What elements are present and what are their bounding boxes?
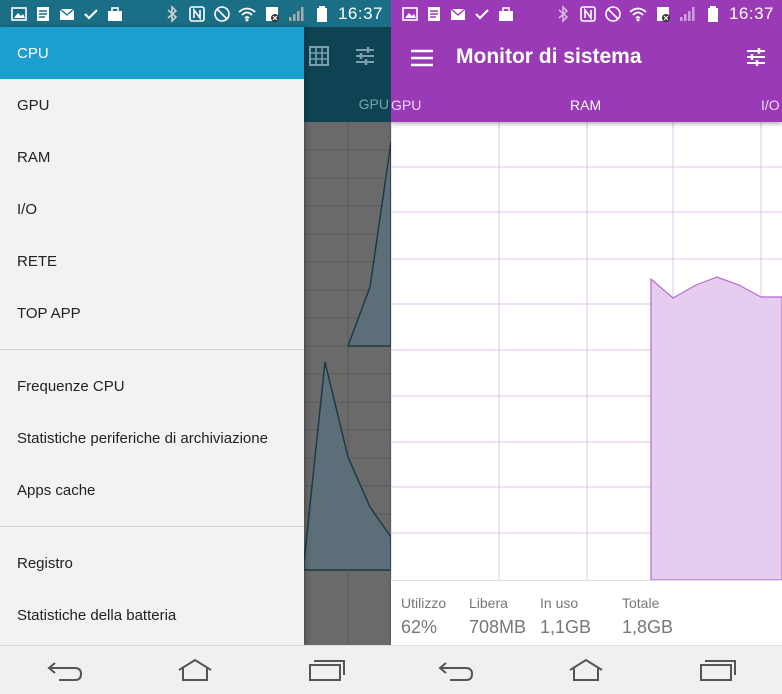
- image-icon: [401, 5, 419, 23]
- drawer-divider: [0, 526, 304, 527]
- drawer-item-ram[interactable]: RAM: [0, 131, 304, 183]
- mute-icon: [604, 5, 622, 23]
- image-icon: [10, 5, 28, 23]
- drawer-item-gpu[interactable]: GPU: [0, 79, 304, 131]
- home-button[interactable]: [566, 657, 606, 683]
- settings-button[interactable]: [744, 45, 768, 69]
- bluetooth-icon: [554, 4, 572, 23]
- grid-icon: [309, 46, 329, 66]
- underlying-icons: [307, 44, 377, 68]
- drawer-divider: [0, 349, 304, 350]
- back-icon: [47, 662, 83, 681]
- page-title: Monitor di sistema: [456, 45, 642, 68]
- drawer-item-apps-cache[interactable]: Apps cache: [0, 464, 304, 516]
- check-icon: [473, 5, 491, 23]
- back-button[interactable]: [436, 657, 476, 683]
- stat-value: 1,1GB: [540, 617, 592, 637]
- briefcase-icon: [106, 5, 124, 23]
- sim-icon: [263, 5, 281, 23]
- mail-icon: [58, 5, 76, 23]
- stat-value: 708MB: [469, 617, 527, 637]
- recents-button[interactable]: [306, 657, 346, 683]
- tab-ram[interactable]: RAM: [570, 97, 601, 113]
- back-icon: [438, 662, 474, 681]
- recents-icon: [699, 660, 736, 681]
- stat-utilizzo: Utilizzo 62%: [401, 595, 446, 638]
- stat-totale: Totale 1,8GB: [622, 595, 673, 638]
- stat-label: Totale: [622, 595, 660, 611]
- nfc-icon: [188, 5, 206, 23]
- drawer-item-rete[interactable]: RETE: [0, 235, 304, 287]
- tab-gpu[interactable]: GPU: [391, 97, 421, 113]
- briefcase-icon: [497, 5, 515, 23]
- clock: 16:37: [728, 3, 774, 23]
- mute-icon: [213, 5, 231, 23]
- bluetooth-icon: [163, 4, 181, 23]
- recents-button[interactable]: [697, 657, 737, 683]
- navigation-drawer: CPU GPU RAM I/O RETE TOP APP Frequenze CPU Sta…: [0, 27, 304, 646]
- wifi-icon: [238, 5, 256, 23]
- stat-value: 1,8GB: [622, 617, 674, 637]
- ram-stats: Utilizzo 62% Libera 708MB In uso 1,1GB T…: [391, 580, 782, 647]
- back-button[interactable]: [45, 657, 85, 683]
- stat-label: Utilizzo: [401, 595, 447, 611]
- ram-usage-area: [650, 276, 782, 581]
- stat-label: Libera: [469, 595, 508, 611]
- home-icon: [569, 658, 604, 681]
- drawer-item-statistiche-della-batteria[interactable]: Statistiche della batteria: [0, 589, 304, 641]
- tune-icon: [356, 47, 374, 65]
- stat-value: 62%: [401, 617, 438, 637]
- drawer-item-registro[interactable]: Registro: [0, 537, 304, 589]
- home-button[interactable]: [175, 657, 215, 683]
- tune-icon: [747, 48, 765, 66]
- battery-icon: [313, 5, 331, 23]
- right-screen: 16:37 Monitor di sistema GPU RAM I/O Uti…: [391, 0, 782, 694]
- signal-icon: [679, 5, 697, 23]
- battery-icon: [704, 5, 722, 23]
- underlying-chart-line-1: [346, 141, 391, 347]
- status-bar: 16:37: [391, 0, 782, 27]
- drawer-item-cpu[interactable]: CPU: [0, 27, 304, 79]
- tab-bar: GPU RAM I/O: [391, 97, 782, 117]
- check-icon: [82, 5, 100, 23]
- clock: 16:37: [337, 3, 383, 23]
- wifi-icon: [629, 5, 647, 23]
- ram-chart: [391, 122, 782, 581]
- menu-icon: [411, 49, 433, 67]
- home-icon: [178, 658, 213, 681]
- stat-label: In uso: [540, 595, 579, 611]
- menu-button[interactable]: [409, 47, 435, 69]
- mail-icon: [449, 5, 467, 23]
- drawer-item-top-app[interactable]: TOP APP: [0, 287, 304, 339]
- app-toolbar: Monitor di sistema GPU RAM I/O: [391, 27, 782, 122]
- left-screen: 16:37 GPU CPU GPU RAM I/O RETE TOP APP Freque…: [0, 0, 391, 694]
- navigation-bar: [0, 645, 391, 694]
- underlying-tab-gpu: GPU: [358, 96, 389, 112]
- drawer-item-i-o[interactable]: I/O: [0, 183, 304, 235]
- document-icon: [34, 5, 52, 23]
- sim-icon: [654, 5, 672, 23]
- drawer-item-statistiche-periferiche-di-archiviazione[interactable]: Statistiche periferiche di archiviazione: [0, 412, 304, 464]
- tab-io[interactable]: I/O: [761, 97, 780, 113]
- nfc-icon: [579, 5, 597, 23]
- recents-icon: [308, 660, 345, 681]
- stat-in-uso: In uso 1,1GB: [540, 595, 591, 638]
- document-icon: [425, 5, 443, 23]
- drawer-item-frequenze-cpu[interactable]: Frequenze CPU: [0, 360, 304, 412]
- ram-chart-svg: [391, 122, 782, 581]
- stat-libera: Libera 708MB: [469, 595, 526, 638]
- navigation-bar: [391, 645, 782, 694]
- signal-icon: [288, 5, 306, 23]
- status-bar: 16:37: [0, 0, 391, 27]
